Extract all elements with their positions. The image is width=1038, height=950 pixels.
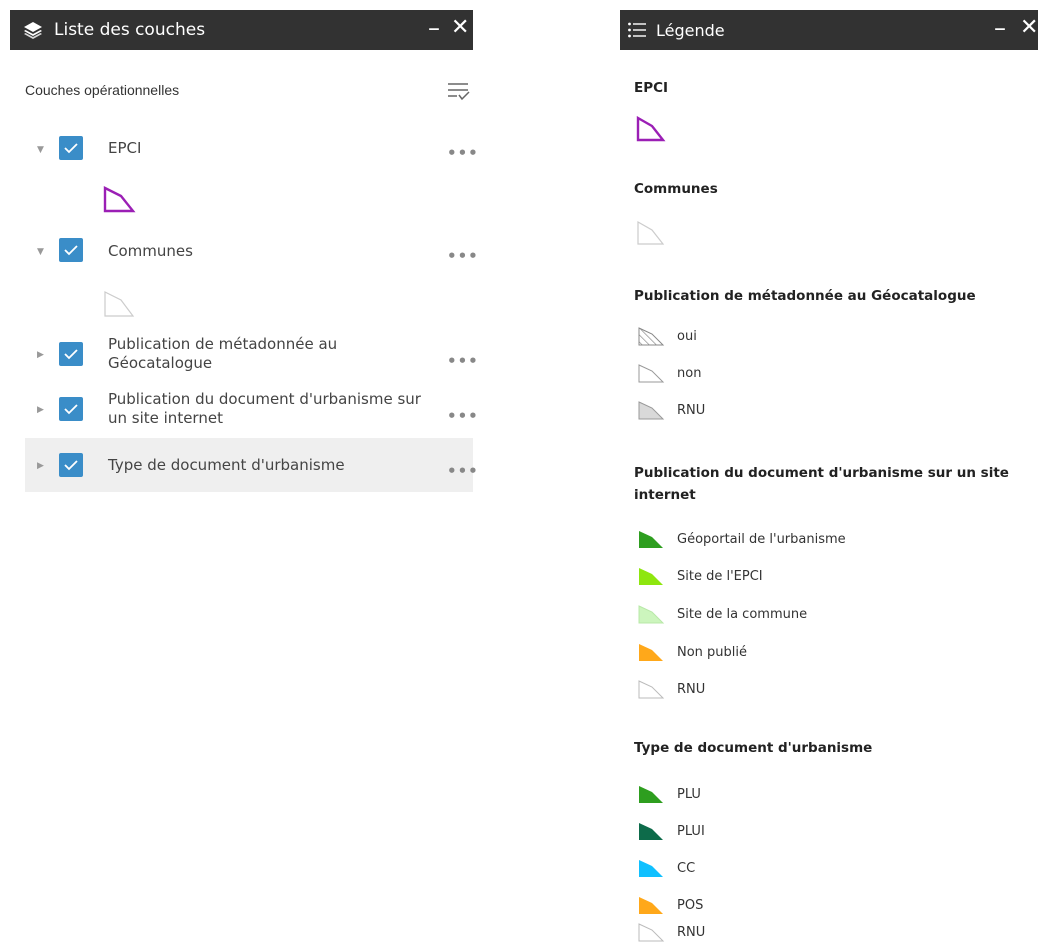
layer-options-button[interactable]: ••• bbox=[447, 144, 479, 162]
legend-item-plui: PLUI bbox=[637, 820, 705, 842]
legend-label: CC bbox=[677, 860, 696, 876]
layer-label: EPCI bbox=[108, 139, 142, 157]
legend-item-rnu-2: RNU bbox=[637, 678, 705, 700]
legend-item-site-commune: Site de la commune bbox=[637, 603, 807, 625]
layer-list-header: Liste des couches – ✕ bbox=[10, 10, 473, 50]
swatch-icon bbox=[639, 531, 663, 548]
legend-title: Légende bbox=[656, 20, 725, 40]
legend-label: Site de la commune bbox=[677, 606, 808, 622]
layer-label: Communes bbox=[108, 242, 193, 260]
hatched-swatch-icon bbox=[638, 327, 665, 346]
legend-item-non: non bbox=[637, 362, 701, 384]
layer-item-publication-document[interactable]: ▶ Publication du document d'urbanisme su… bbox=[25, 387, 478, 433]
swatch-icon bbox=[639, 786, 663, 803]
collapse-caret-icon[interactable]: ▼ bbox=[37, 247, 47, 257]
legend-label: PLUI bbox=[677, 823, 705, 839]
filter-list-icon[interactable] bbox=[446, 80, 472, 104]
legend-heading-type-document: Type de document d'urbanisme bbox=[634, 740, 873, 756]
legend-label: Géoportail de l'urbanisme bbox=[677, 531, 846, 547]
swatch-icon bbox=[638, 605, 665, 624]
swatch-icon bbox=[639, 644, 663, 661]
swatch-icon bbox=[639, 568, 663, 585]
layer-options-button[interactable]: ••• bbox=[447, 462, 479, 480]
legend-label: POS bbox=[677, 897, 704, 913]
legend-item-cc: CC bbox=[637, 857, 695, 879]
minimize-button[interactable]: – bbox=[428, 14, 440, 42]
layers-icon bbox=[22, 19, 44, 41]
legend-label: RNU bbox=[677, 681, 706, 697]
layer-item-type-document[interactable]: ▶ Type de document d'urbanisme ••• bbox=[25, 438, 478, 492]
legend-item-geoportail: Géoportail de l'urbanisme bbox=[637, 528, 846, 550]
legend-label: non bbox=[677, 365, 702, 381]
layer-item-communes[interactable]: ▼ Communes ••• bbox=[25, 234, 478, 326]
expand-caret-icon[interactable]: ▶ bbox=[37, 350, 47, 360]
legend-label: PLU bbox=[677, 786, 701, 802]
white-swatch-icon bbox=[638, 364, 665, 383]
legend-label: oui bbox=[677, 328, 697, 344]
layer-checkbox[interactable] bbox=[59, 238, 83, 262]
layer-checkbox[interactable] bbox=[59, 342, 83, 366]
legend-item-rnu-3: RNU bbox=[637, 921, 705, 943]
grey-swatch-icon bbox=[638, 401, 665, 420]
legend-heading-publication-document: Publication du document d'urbanisme sur … bbox=[634, 465, 1009, 503]
legend-item-pos: POS bbox=[637, 894, 703, 916]
legend-item-site-epci: Site de l'EPCI bbox=[637, 565, 763, 587]
legend-label: RNU bbox=[677, 402, 706, 418]
legend-label: Non publié bbox=[677, 644, 748, 660]
white-swatch-icon bbox=[638, 680, 665, 699]
legend-heading-epci: EPCI bbox=[634, 80, 669, 96]
epci-symbol-icon bbox=[103, 186, 136, 213]
layer-item-publication-metadonnee[interactable]: ▶ Publication de métadonnée au Géocatalo… bbox=[25, 332, 478, 378]
layer-options-button[interactable]: ••• bbox=[447, 247, 479, 265]
swatch-icon bbox=[639, 823, 663, 840]
white-swatch-icon bbox=[638, 923, 665, 942]
legend-item-non-publie: Non publié bbox=[637, 641, 747, 663]
swatch-icon bbox=[639, 860, 663, 877]
communes-symbol-icon bbox=[104, 291, 135, 317]
expand-caret-icon[interactable]: ▶ bbox=[37, 405, 47, 415]
layer-label: Publication de métadonnée au Géocatalogu… bbox=[108, 335, 338, 372]
expand-caret-icon[interactable]: ▶ bbox=[37, 461, 47, 471]
legend-item-oui: oui bbox=[637, 325, 697, 347]
layer-item-epci[interactable]: ▼ EPCI ••• bbox=[25, 132, 478, 222]
layer-checkbox[interactable] bbox=[59, 136, 83, 160]
collapse-caret-icon[interactable]: ▼ bbox=[37, 145, 47, 155]
legend-label: RNU bbox=[677, 924, 706, 940]
operational-layers-title: Couches opérationnelles bbox=[25, 82, 180, 98]
layer-options-button[interactable]: ••• bbox=[447, 407, 479, 425]
layer-label: Type de document d'urbanisme bbox=[108, 456, 345, 474]
legend-label: Site de l'EPCI bbox=[677, 568, 763, 584]
epci-legend-symbol-icon bbox=[636, 116, 666, 142]
legend-header: Légende – ✕ bbox=[620, 10, 1038, 50]
minimize-button[interactable]: – bbox=[994, 14, 1006, 42]
legend-list-icon bbox=[626, 19, 648, 41]
communes-legend-symbol-icon bbox=[637, 220, 665, 245]
legend-item-rnu: RNU bbox=[637, 399, 705, 421]
layer-list-title: Liste des couches bbox=[54, 20, 206, 40]
legend-item-plu: PLU bbox=[637, 783, 701, 805]
layer-label: Publication du document d'urbanisme sur … bbox=[108, 390, 421, 427]
legend-heading-metadonnee: Publication de métadonnée au Géocatalogu… bbox=[634, 288, 976, 304]
swatch-icon bbox=[639, 897, 663, 914]
legend-heading-communes: Communes bbox=[634, 181, 718, 197]
layer-checkbox[interactable] bbox=[59, 397, 83, 421]
layer-options-button[interactable]: ••• bbox=[447, 352, 479, 370]
close-button[interactable]: ✕ bbox=[1020, 14, 1038, 42]
layer-checkbox[interactable] bbox=[59, 453, 83, 477]
close-button[interactable]: ✕ bbox=[451, 14, 469, 42]
